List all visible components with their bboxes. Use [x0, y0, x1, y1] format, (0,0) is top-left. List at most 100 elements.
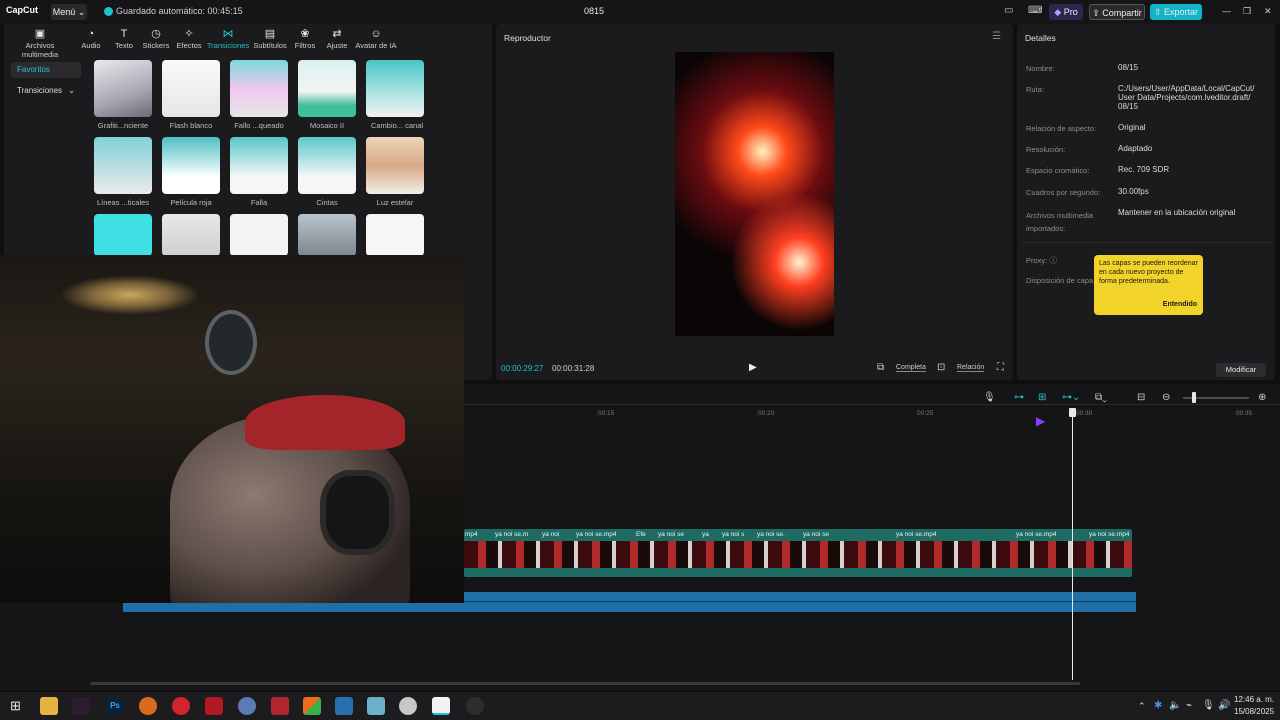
chevron-down-icon: ⌄ [68, 86, 75, 95]
play-icon[interactable]: ▶ [749, 362, 757, 373]
transition-thumb[interactable] [162, 214, 220, 256]
thumb-label: Mosaico II [309, 121, 345, 130]
transition-thumb[interactable] [94, 214, 152, 256]
proxy-label: Proxy: ⓘ [1026, 256, 1057, 265]
layout-icon[interactable]: ▭ [1004, 5, 1013, 16]
detail-key: Espacio cromático: [1026, 166, 1090, 175]
transition-thumb[interactable] [298, 214, 356, 256]
zoom-slider-handle[interactable] [1192, 392, 1196, 403]
timeline-scrollbar[interactable] [90, 682, 1080, 685]
zoom-out-icon[interactable]: ⊖ [1162, 392, 1170, 403]
tool-ai-avatar[interactable]: ☺ Avatar de IA [344, 28, 408, 50]
transition-thumb[interactable] [162, 137, 220, 194]
bluetooth-icon[interactable]: ✱ [1154, 700, 1162, 711]
title-bar: CapCut Menú ⌄ Guardado automático: 00:45… [0, 0, 1280, 24]
volume-icon[interactable]: 🔈 [1169, 700, 1181, 711]
split-icon[interactable]: ⧉⌄ [1095, 392, 1107, 403]
microphone-tray-icon[interactable]: 🎙 [1202, 700, 1215, 711]
transition-thumb[interactable] [366, 137, 424, 194]
app-icon[interactable] [271, 697, 289, 715]
app-icon[interactable] [399, 697, 417, 715]
thumb-label: Grafiti...nciente [97, 121, 149, 130]
webcam-overlay [0, 255, 464, 603]
transition-thumb[interactable] [298, 137, 356, 194]
app-icon[interactable] [466, 697, 484, 715]
thumb-label: Falla [250, 198, 268, 207]
playhead-handle[interactable] [1069, 408, 1076, 417]
speaker-icon[interactable]: 🔊 [1218, 700, 1230, 711]
maximize-icon[interactable]: ❐ [1243, 6, 1251, 17]
app-icon[interactable] [238, 697, 256, 715]
export-button[interactable]: ⇧ Exportar [1150, 4, 1202, 20]
modify-button[interactable]: Modificar [1216, 363, 1266, 377]
file-explorer-icon[interactable] [40, 697, 58, 715]
tooltip-popup: Las capas se pueden reordenar en cada nu… [1094, 255, 1203, 315]
transition-thumb[interactable] [162, 60, 220, 117]
transition-thumb[interactable] [230, 60, 288, 117]
tooltip-ok-button[interactable]: Entendido [1163, 301, 1197, 308]
detail-value: C:/Users/User/AppData/Local/CapCut/ User… [1118, 84, 1255, 111]
app-icon[interactable] [72, 697, 90, 715]
thumb-label: Cambio... canal [370, 121, 424, 130]
transition-thumb[interactable] [298, 60, 356, 117]
browser-icon[interactable] [172, 697, 190, 715]
app-icon[interactable] [303, 697, 321, 715]
clip-label: ya noi se.mp4 [1089, 531, 1130, 538]
clip-label: ya noi se.mp4 [896, 531, 937, 538]
timeline-tick: 00:35 [1236, 410, 1253, 417]
detail-key: Resolución: [1026, 145, 1066, 154]
transition-thumb[interactable] [230, 214, 288, 256]
capcut-taskbar-icon[interactable] [432, 697, 450, 715]
transition-thumb[interactable] [230, 137, 288, 194]
player-menu-icon[interactable]: ☰ [992, 31, 1001, 42]
export-icon: ⇧ [1153, 7, 1162, 17]
transition-thumb[interactable] [94, 60, 152, 117]
fullscreen-icon[interactable]: ⛶ [997, 362, 1004, 373]
preview-axis-icon[interactable]: ⊟ [1137, 392, 1145, 403]
minimize-icon[interactable]: — [1222, 6, 1231, 16]
timeline-tick: 00:30 [1076, 410, 1093, 417]
timeline-tick: 00:25 [917, 410, 934, 417]
clip-label: ya noi se.mp4 [576, 531, 617, 538]
transition-thumb[interactable] [94, 137, 152, 194]
detail-value: Rec. 709 SDR [1118, 165, 1170, 174]
autosave-status: Guardado automático: 00:45:15 [116, 6, 243, 16]
microphone-icon[interactable]: 🎙 [983, 392, 996, 403]
snap-icon[interactable]: ⊶⌄ [1062, 392, 1080, 403]
divider [1022, 242, 1272, 243]
tray-expand-icon[interactable]: ⌃ [1138, 701, 1146, 712]
app-icon[interactable] [335, 697, 353, 715]
crop-icon[interactable]: ⧉ [877, 362, 884, 373]
magnet-icon[interactable]: ⊞ [1038, 392, 1046, 403]
thumb-label: Cintas [316, 198, 338, 207]
clip-label: ya noi se. [757, 531, 785, 538]
browser-icon[interactable] [139, 697, 157, 715]
transition-thumb[interactable] [366, 214, 424, 256]
close-icon[interactable]: ✕ [1264, 6, 1272, 17]
sidebar-item-transitions[interactable]: Transiciones ⌄ [11, 83, 81, 99]
clock-date[interactable]: 15/08/2025 [1234, 707, 1274, 716]
full-quality-button[interactable]: Completa [896, 364, 926, 372]
clock-time[interactable]: 12:46 a. m. [1234, 695, 1274, 704]
snapshot-icon[interactable]: ⊡ [937, 362, 945, 373]
transition-thumb[interactable] [366, 60, 424, 117]
tooltip-text: Las capas se pueden reordenar en cada nu… [1099, 260, 1198, 285]
link-icon[interactable]: ⊶ [1014, 392, 1024, 403]
video-preview[interactable] [675, 52, 834, 336]
network-icon[interactable]: ⌁ [1186, 700, 1192, 711]
menu-button[interactable]: Menú ⌄ [51, 4, 87, 20]
playhead[interactable] [1072, 412, 1073, 680]
photoshop-icon[interactable]: Ps [106, 697, 124, 715]
share-button[interactable]: ⇪ Compartir [1089, 4, 1145, 20]
zoom-in-icon[interactable]: ⊕ [1258, 392, 1266, 403]
autosave-icon [104, 7, 113, 16]
app-icon[interactable] [367, 697, 385, 715]
app-icon[interactable] [205, 697, 223, 715]
pro-button[interactable]: ◆ Pro [1049, 4, 1083, 20]
detail-key: Archivos multimedia importados: [1026, 211, 1094, 233]
windows-start-icon[interactable]: ⊞ [10, 698, 21, 714]
aspect-ratio-button[interactable]: Relación [957, 364, 985, 372]
player-title: Reproductor [504, 33, 551, 43]
sidebar-item-favorites[interactable]: Favoritos [11, 62, 81, 78]
keyboard-icon[interactable]: ⌨ [1028, 5, 1042, 16]
